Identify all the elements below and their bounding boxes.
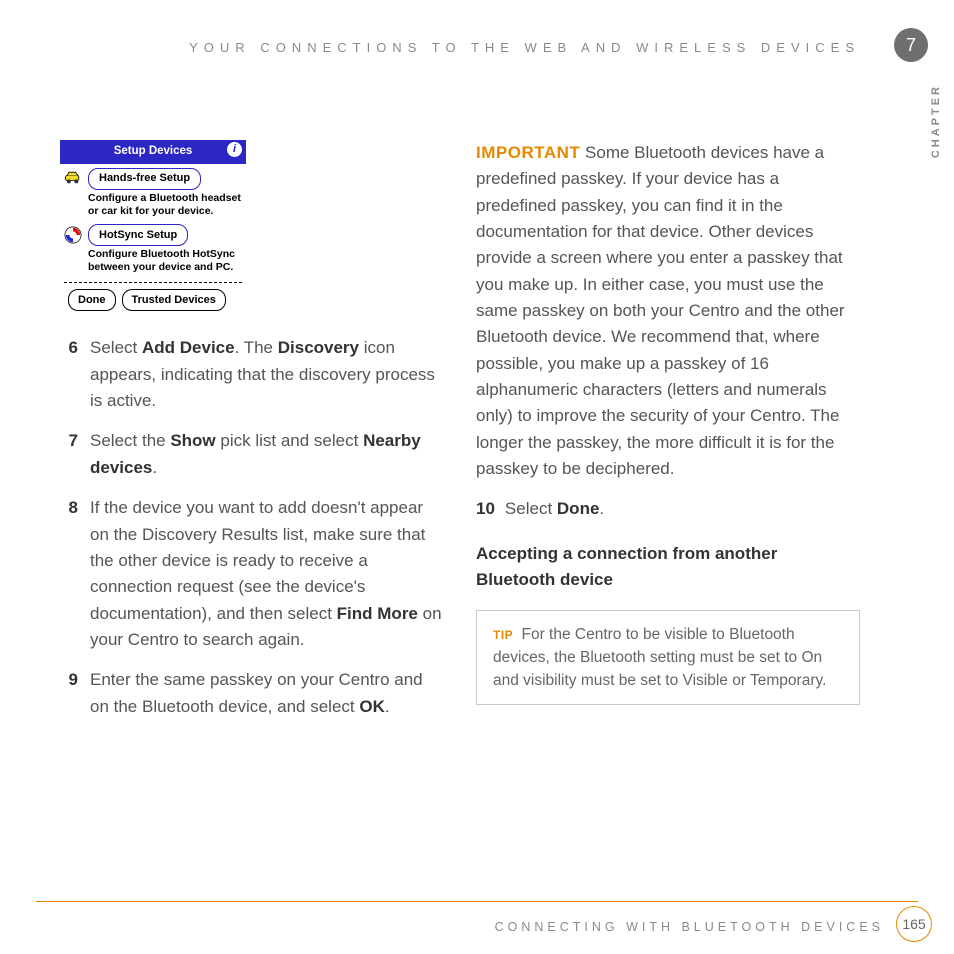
tip-box: TIP For the Centro to be visible to Blue… (476, 610, 860, 706)
info-icon[interactable]: i (227, 142, 242, 157)
done-button[interactable]: Done (68, 289, 116, 311)
step-text: If the device you want to add doesn't ap… (90, 495, 444, 653)
step-7: 7 Select the Show pick list and select N… (60, 428, 444, 481)
page-number-badge: 165 (896, 906, 932, 942)
palm-row-handsfree: Hands-free Setup Configure a Bluetooth h… (62, 168, 244, 218)
important-paragraph: IMPORTANT Some Bluetooth devices have a … (476, 140, 860, 482)
hands-free-setup-button[interactable]: Hands-free Setup (88, 168, 201, 190)
running-header: YOUR CONNECTIONS TO THE WEB AND WIRELESS… (0, 40, 860, 55)
steps-list: 6 Select Add Device. The Discovery icon … (60, 335, 444, 719)
subheading: Accepting a connection from another Blue… (476, 541, 860, 594)
palm-content: Hands-free Setup Configure a Bluetooth h… (60, 164, 246, 318)
step-text: Select the Show pick list and select Nea… (90, 428, 444, 481)
step-10: 10 Select Done. (476, 496, 860, 522)
car-icon (63, 170, 83, 186)
footer-section-title: CONNECTING WITH BLUETOOTH DEVICES (495, 920, 884, 934)
left-column: Setup Devices i (60, 140, 444, 734)
trusted-devices-button[interactable]: Trusted Devices (122, 289, 226, 311)
page: YOUR CONNECTIONS TO THE WEB AND WIRELESS… (0, 0, 954, 954)
chapter-label: CHAPTER (930, 84, 942, 158)
right-column: IMPORTANT Some Bluetooth devices have a … (476, 140, 860, 734)
step-text: Select Done. (505, 496, 604, 522)
step-9: 9 Enter the same passkey on your Centro … (60, 667, 444, 720)
palm-separator (64, 282, 242, 283)
hands-free-desc: Configure a Bluetooth headset or car kit… (88, 192, 244, 218)
step-text: Enter the same passkey on your Centro an… (90, 667, 444, 720)
hotsync-icon (64, 226, 82, 244)
step-number: 6 (60, 335, 78, 414)
step-number: 7 (60, 428, 78, 481)
chapter-number-badge: 7 (894, 28, 928, 62)
hotsync-desc: Configure Bluetooth HotSync between your… (88, 248, 244, 274)
hotsync-setup-button[interactable]: HotSync Setup (88, 224, 188, 246)
palm-row-hotsync: HotSync Setup Configure Bluetooth HotSyn… (62, 224, 244, 274)
important-label: IMPORTANT (476, 143, 580, 162)
palm-titlebar: Setup Devices i (60, 140, 246, 164)
step-number: 10 (476, 496, 495, 522)
palm-title: Setup Devices (114, 143, 193, 161)
tip-label: TIP (493, 628, 513, 642)
step-6: 6 Select Add Device. The Discovery icon … (60, 335, 444, 414)
palm-screenshot: Setup Devices i (60, 140, 246, 317)
step-number: 9 (60, 667, 78, 720)
step-8: 8 If the device you want to add doesn't … (60, 495, 444, 653)
tip-text: For the Centro to be visible to Bluetoot… (493, 626, 826, 690)
step-number: 8 (60, 495, 78, 653)
step-text: Select Add Device. The Discovery icon ap… (90, 335, 444, 414)
footer-rule (36, 901, 918, 902)
